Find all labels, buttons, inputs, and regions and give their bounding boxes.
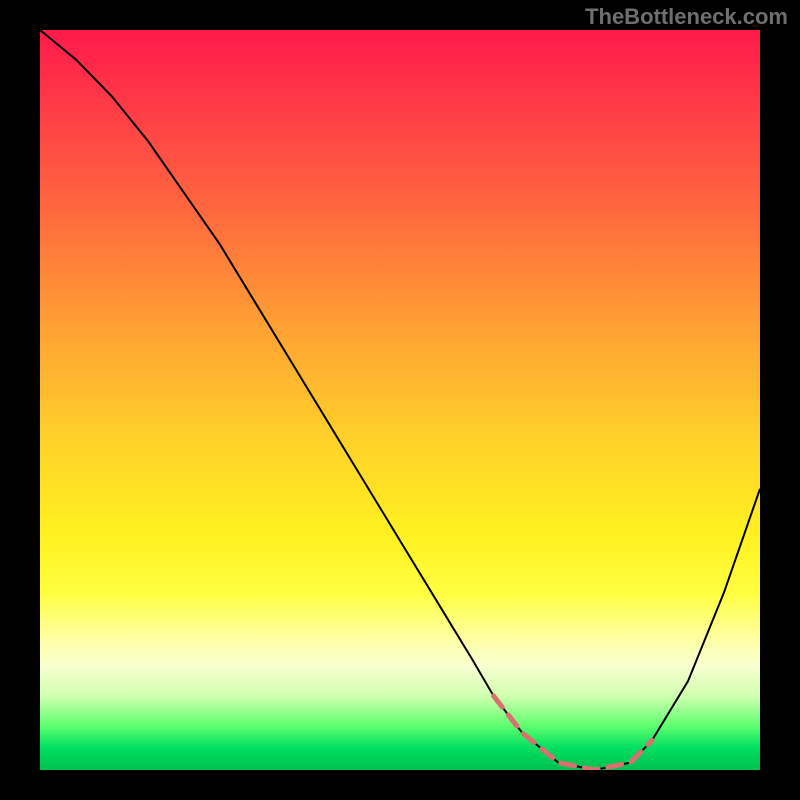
bottleneck-curve-highlight bbox=[494, 696, 652, 770]
chart-plot-area bbox=[40, 30, 760, 770]
watermark-text: TheBottleneck.com bbox=[585, 4, 788, 30]
chart-svg bbox=[40, 30, 760, 770]
bottleneck-curve-line bbox=[40, 30, 760, 770]
